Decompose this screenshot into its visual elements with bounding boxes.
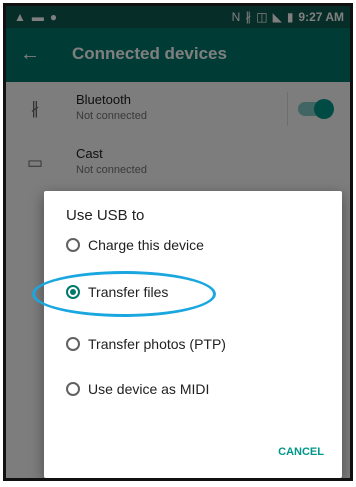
highlight-ellipse bbox=[32, 271, 216, 317]
cancel-button[interactable]: CANCEL bbox=[278, 446, 324, 458]
screenshot-frame: ▲ ▬ ● N ∦ ◫ ◣ ▮ 9:27 AM ← Connected devi… bbox=[3, 3, 353, 481]
option-label: Transfer photos (PTP) bbox=[88, 336, 226, 352]
radio-button[interactable] bbox=[66, 337, 80, 351]
option-charge[interactable]: Charge this device bbox=[66, 231, 204, 259]
option-midi[interactable]: Use device as MIDI bbox=[66, 375, 209, 403]
option-label: Use device as MIDI bbox=[88, 381, 210, 397]
radio-button[interactable] bbox=[66, 382, 80, 396]
option-transfer-photos[interactable]: Transfer photos (PTP) bbox=[66, 330, 226, 358]
option-label: Charge this device bbox=[88, 237, 204, 253]
dialog-title: Use USB to bbox=[66, 207, 145, 224]
settings-screen: ▲ ▬ ● N ∦ ◫ ◣ ▮ 9:27 AM ← Connected devi… bbox=[6, 6, 350, 478]
usb-dialog: Use USB to Charge this device Transfer f… bbox=[44, 191, 342, 478]
radio-button[interactable] bbox=[66, 238, 80, 252]
